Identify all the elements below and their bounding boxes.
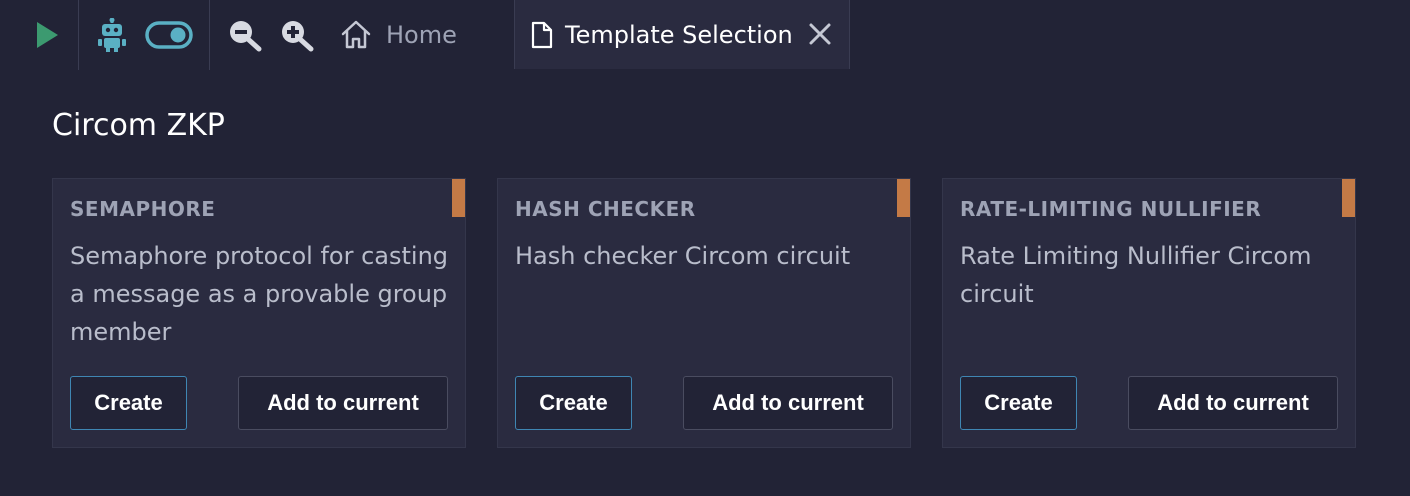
tab-home-label: Home	[386, 21, 457, 49]
tab-home[interactable]: Home	[340, 14, 457, 56]
section-title: Circom ZKP	[52, 108, 225, 143]
card-description: Hash checker Circom circuit	[515, 242, 851, 270]
template-card-rate-limiting-nullifier: RATE-LIMITING NULLIFIER Rate Limiting Nu…	[942, 178, 1356, 448]
add-to-current-button[interactable]: Add to current	[238, 376, 448, 430]
toggle-icon[interactable]	[144, 20, 194, 50]
template-card-semaphore: SEMAPHORE Semaphore protocol for casting…	[52, 178, 466, 448]
zoom-in-icon[interactable]	[278, 17, 316, 53]
template-card-hash-checker: HASH CHECKER Hash checker Circom circuit…	[497, 178, 911, 448]
home-icon	[340, 20, 372, 50]
create-button[interactable]: Create	[70, 376, 187, 430]
toolbar-divider	[209, 0, 210, 70]
toolbar-divider	[78, 0, 79, 70]
card-title: SEMAPHORE	[70, 197, 216, 221]
zoom-out-icon[interactable]	[226, 17, 264, 53]
card-accent	[452, 179, 465, 217]
document-icon	[531, 21, 553, 49]
card-title: RATE-LIMITING NULLIFIER	[960, 197, 1262, 221]
play-icon[interactable]	[30, 18, 64, 52]
add-to-current-button[interactable]: Add to current	[683, 376, 893, 430]
close-icon[interactable]	[807, 20, 833, 48]
add-to-current-button[interactable]: Add to current	[1128, 376, 1338, 430]
toolbar: Home Template Selection	[0, 0, 1410, 70]
card-title: HASH CHECKER	[515, 197, 696, 221]
create-button[interactable]: Create	[515, 376, 632, 430]
card-accent	[1342, 179, 1355, 217]
card-accent	[897, 179, 910, 217]
card-description: Semaphore protocol for casting a message…	[70, 242, 449, 346]
robot-icon[interactable]	[94, 16, 130, 54]
tab-template-selection-label: Template Selection	[565, 20, 793, 49]
card-description: Rate Limiting Nullifier Circom circuit	[960, 242, 1312, 308]
tab-template-selection[interactable]: Template Selection	[514, 0, 850, 69]
create-button[interactable]: Create	[960, 376, 1077, 430]
